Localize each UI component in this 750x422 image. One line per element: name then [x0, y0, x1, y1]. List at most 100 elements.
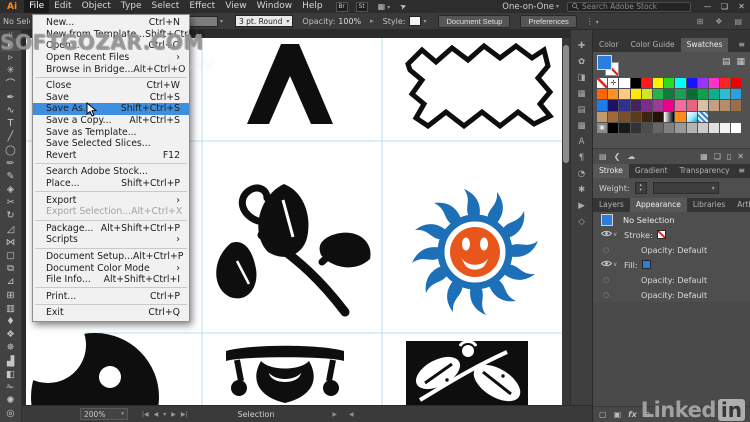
menu-item-save[interactable]: Save Ctrl+S	[33, 92, 189, 104]
menu-file[interactable]: File	[24, 0, 50, 13]
swatch[interactable]	[652, 111, 664, 122]
touch-workspace-icon[interactable]: ⊞	[697, 17, 704, 26]
appearance-row-opacity-default[interactable]: ○ Opacity: Default	[593, 242, 750, 257]
eye-icon[interactable]	[600, 260, 612, 267]
show-swatch-kinds-icon[interactable]: ▦	[700, 152, 708, 161]
swatch[interactable]	[720, 100, 731, 111]
swatch[interactable]	[608, 122, 619, 133]
brush-preset-dropdown[interactable]: 3 pt. Round ▾	[235, 15, 294, 27]
scissors-tool-icon[interactable]: ✂	[1, 196, 21, 209]
visibility-toggle-empty[interactable]: ○	[599, 246, 613, 254]
shape-tool-icon[interactable]: ◯	[1, 144, 21, 157]
hscroll-arrow-icon-1[interactable]: ◀	[349, 411, 354, 418]
type-tool-icon[interactable]: T	[1, 117, 21, 130]
restore-button[interactable]: ❏	[716, 0, 733, 13]
arrange-documents-icon[interactable]: ❖	[715, 17, 722, 26]
swatch[interactable]	[652, 89, 664, 100]
info-panel-icon[interactable]: ◇	[578, 218, 585, 227]
opentype-panel-icon[interactable]: ◔	[578, 170, 585, 179]
menu-item-save-as[interactable]: Save As... Shift+Ctrl+S	[33, 103, 189, 115]
lasso-tool-icon[interactable]: ⌒	[1, 78, 21, 91]
eyedropper-tool-icon[interactable]: ♦	[1, 315, 21, 328]
menu-effect[interactable]: Effect	[184, 0, 220, 13]
layers-tab-layers[interactable]: Layers	[593, 198, 630, 212]
new-color-group-icon[interactable]: ❏	[714, 152, 721, 161]
perspective-grid-tool-icon[interactable]: ⊿	[1, 275, 21, 288]
swatch[interactable]	[630, 89, 641, 100]
swatch[interactable]	[630, 122, 641, 133]
swatch[interactable]	[608, 111, 619, 122]
expand-chevron-icon[interactable]: ∨	[613, 231, 624, 238]
bridge-button[interactable]: Br	[335, 1, 348, 12]
swatch[interactable]	[708, 78, 720, 89]
swatch[interactable]	[697, 111, 708, 122]
swatch[interactable]	[675, 122, 686, 133]
add-effect-icon[interactable]: fx	[628, 410, 637, 419]
new-swatch-icon[interactable]: ▯	[727, 152, 731, 161]
menu-item-open-recent-files[interactable]: Open Recent Files ›	[33, 52, 189, 64]
vertical-scrollbar-thumb[interactable]	[563, 45, 569, 163]
stroke-tab-transparency[interactable]: Transparency	[674, 164, 736, 178]
panel-list-icon[interactable]: ▤	[734, 17, 742, 26]
stroke-color-caret-icon[interactable]: ▾	[220, 18, 223, 25]
swatches-panel-menu-icon[interactable]: ≡	[738, 38, 750, 52]
menu-item-new-from-template[interactable]: New from Template... Shift+Ctrl+N	[33, 29, 205, 41]
menu-item-close[interactable]: Close Ctrl+W	[33, 80, 189, 92]
scale-tool-icon[interactable]: ◿	[1, 223, 21, 236]
swatch[interactable]	[720, 89, 731, 100]
appearance-row-no-selection[interactable]: No Selection	[593, 212, 750, 227]
actions-panel-icon[interactable]: ✱	[578, 186, 585, 195]
workspace-switcher-icon[interactable]: ▦ ▾	[378, 2, 391, 11]
delete-swatch-icon[interactable]: ✕	[737, 152, 744, 161]
opacity-value[interactable]: 100%	[338, 17, 361, 26]
swatch[interactable]	[630, 111, 641, 122]
swatch[interactable]	[731, 100, 742, 111]
brushes-panel-icon[interactable]: ◨	[577, 74, 585, 83]
swatch[interactable]	[720, 78, 731, 89]
menu-item-export[interactable]: Export ›	[33, 194, 189, 206]
menu-item-open[interactable]: Open... Ctrl+O	[33, 40, 189, 52]
zoom-level-combo[interactable]: 200% ▾	[80, 408, 128, 420]
swatch[interactable]	[619, 100, 630, 111]
style-swatch[interactable]	[409, 16, 422, 26]
paragraph-panel-icon[interactable]: ¶	[579, 154, 584, 163]
pathfinder-panel-icon[interactable]: ▤	[577, 106, 585, 115]
swatch[interactable]	[697, 100, 708, 111]
menu-item-document-setup[interactable]: Document Setup... Alt+Ctrl+P	[33, 251, 189, 263]
new-stroke-icon[interactable]: ▢	[599, 410, 607, 419]
mesh-tool-icon[interactable]: ⊞	[1, 289, 21, 302]
swatch[interactable]	[597, 78, 608, 89]
swatch[interactable]	[731, 122, 742, 133]
blue-swatch-chip[interactable]	[641, 260, 651, 269]
free-transform-tool-icon[interactable]: ▢	[1, 249, 21, 262]
swatch[interactable]	[597, 100, 608, 111]
swatch[interactable]	[664, 111, 675, 122]
swatch[interactable]	[608, 100, 619, 111]
appearance-row-opacity-default[interactable]: ○ Opacity: Default	[593, 287, 750, 302]
weight-combo[interactable]: ▾	[652, 182, 719, 194]
weight-stepper[interactable]: ▴ ▾	[634, 182, 647, 194]
swatch[interactable]	[608, 89, 619, 100]
new-fill-icon[interactable]: ▣	[614, 410, 622, 419]
menu-item-place[interactable]: Place... Shift+Ctrl+P	[33, 178, 189, 190]
visibility-toggle-empty[interactable]: ○	[599, 291, 613, 299]
symbol-sprayer-tool-icon[interactable]: ✵	[1, 341, 21, 354]
menu-item-browse-in-bridge[interactable]: Browse in Bridge... Alt+Ctrl+O	[33, 63, 189, 75]
swatch[interactable]	[664, 122, 675, 133]
expand-chevron-icon[interactable]: ∨	[613, 261, 624, 268]
swatch[interactable]	[697, 89, 708, 100]
swatch[interactable]	[686, 111, 697, 122]
selection-tool-icon[interactable]: ▸	[0, 38, 21, 52]
workspace-caret-icon[interactable]: ▾	[556, 3, 559, 10]
style-caret-icon[interactable]: ▾	[423, 18, 426, 25]
stroke-panel-menu-icon[interactable]: ≡	[738, 164, 750, 178]
swatch[interactable]	[664, 89, 675, 100]
swatch[interactable]	[731, 89, 742, 100]
menu-item-new[interactable]: New... Ctrl+N	[33, 17, 189, 29]
paintbrush-tool-icon[interactable]: ✏	[1, 157, 21, 170]
menu-item-print[interactable]: Print... Ctrl+P	[33, 290, 189, 302]
layers-tab-libraries[interactable]: Libraries	[687, 198, 731, 212]
menu-item-revert[interactable]: Revert F12	[33, 150, 189, 162]
appearance-row-fill[interactable]: ∨ Fill:	[593, 257, 750, 272]
slice-tool-icon[interactable]: ✁	[1, 381, 21, 394]
